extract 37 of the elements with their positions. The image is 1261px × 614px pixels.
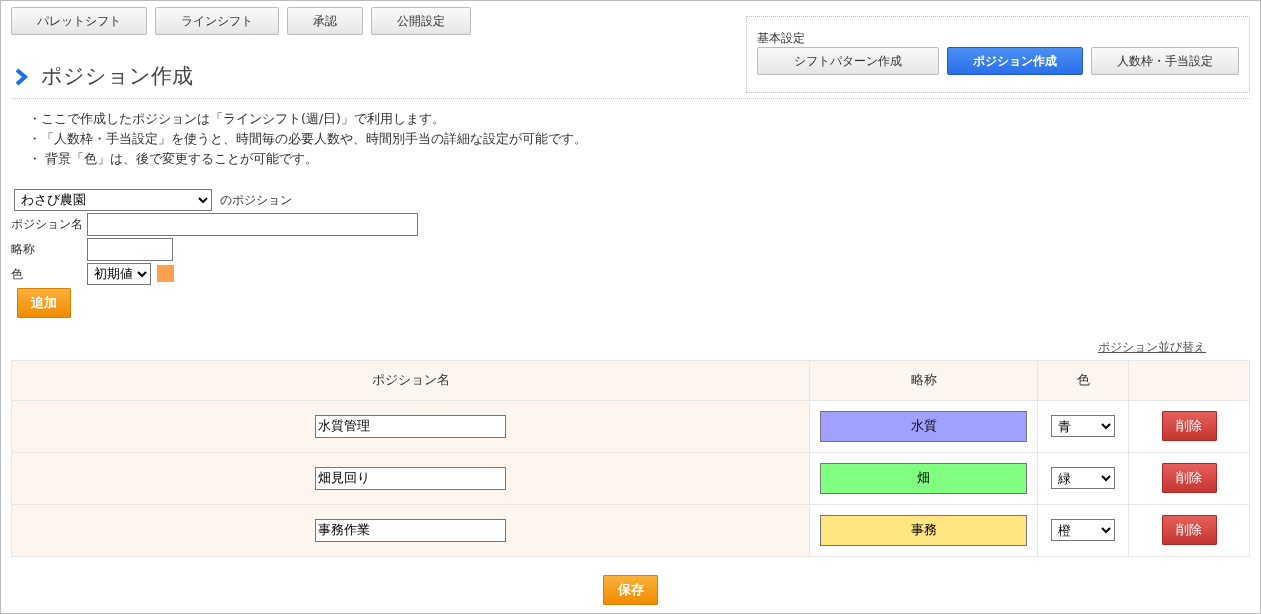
settings-tab[interactable]: 人数枠・手当設定 — [1091, 47, 1239, 75]
color-select[interactable]: 橙 — [1051, 519, 1116, 541]
color-select[interactable]: 青 — [1051, 415, 1116, 437]
abbreviation-input[interactable]: 畑 — [820, 462, 1028, 494]
column-header: ポジション名 — [11, 360, 810, 400]
page-title: ポジション作成 — [41, 63, 193, 90]
position-name-input[interactable]: 畑見回り — [315, 466, 507, 490]
note-text: ・ 背景「色」は、後で変更することが可能です。 — [28, 149, 319, 168]
abbreviation-input[interactable]: 水質 — [820, 410, 1028, 442]
position-name-input[interactable]: 事務作業 — [315, 518, 507, 542]
chevron-icon — [15, 67, 29, 86]
field-label: 略称 — [11, 241, 36, 258]
delete-button[interactable]: 削除 — [1161, 463, 1217, 493]
location-select[interactable]: わさび農園 — [14, 188, 212, 211]
nav-button[interactable]: 公開設定 — [371, 7, 471, 35]
column-header: 略称 — [809, 360, 1038, 400]
settings-title: 基本設定 — [757, 30, 806, 47]
nav-button[interactable]: ラインシフト — [155, 7, 279, 35]
note-text: ・ここで作成したポジションは「ラインシフト(週/日)」で利用します。 — [28, 109, 446, 128]
nav-button[interactable]: 承認 — [287, 7, 363, 35]
field-label: のポジション — [220, 191, 292, 209]
note-text: ・「人数枠・手当設定」を使うと、時間毎の必要人数や、時間別手当の詳細な設定が可能です。 — [28, 129, 588, 148]
delete-button[interactable]: 削除 — [1161, 515, 1217, 545]
column-header: 色 — [1037, 360, 1129, 400]
nav-button[interactable]: パレットシフト — [11, 7, 147, 35]
settings-tab[interactable]: ポジション作成 — [947, 47, 1083, 75]
position-name-input[interactable]: 水質管理 — [315, 414, 507, 438]
color-select[interactable]: 初期値 — [87, 262, 151, 285]
name-input[interactable] — [87, 212, 418, 236]
sort-link[interactable]: ポジション並び替え — [1098, 339, 1206, 354]
settings-tab[interactable]: シフトパターン作成 — [757, 47, 939, 75]
field-label: 色 — [11, 265, 24, 283]
abbreviation-input[interactable] — [87, 237, 173, 261]
delete-button[interactable]: 削除 — [1161, 411, 1217, 441]
color-select[interactable]: 緑 — [1051, 467, 1116, 489]
abbreviation-input[interactable]: 事務 — [820, 514, 1028, 546]
field-label: ポジション名 — [11, 216, 84, 233]
